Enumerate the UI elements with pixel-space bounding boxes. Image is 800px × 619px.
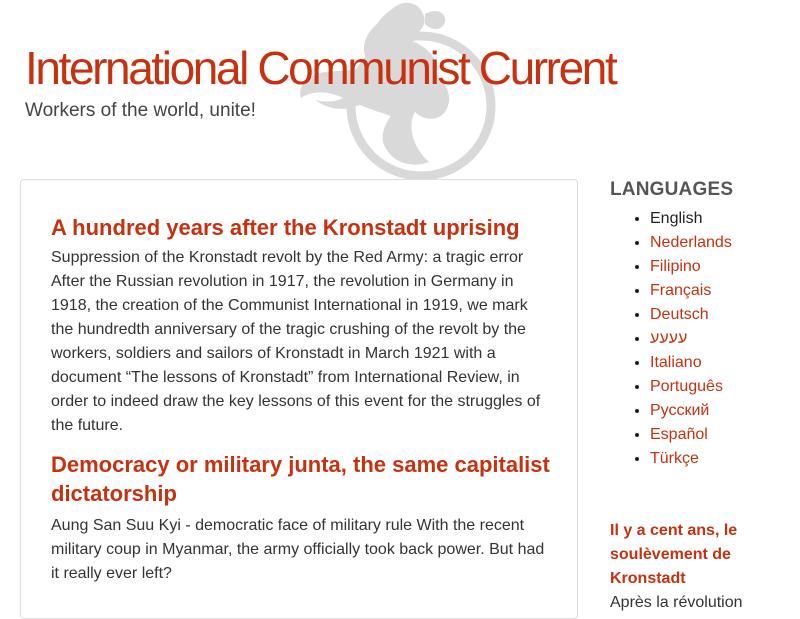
article-title: A hundred years after the Kronstadt upri…	[51, 213, 551, 242]
language-item-turkce: Türkçe	[650, 447, 800, 471]
article-title: Democracy or military junta, the same ca…	[51, 450, 551, 508]
article-summary: Suppression of the Kronstadt revolt by t…	[51, 249, 541, 434]
site-slogan: Workers of the world, unite!	[25, 100, 256, 121]
language-link[interactable]: ﬠﬠﬠﬠ	[650, 330, 687, 347]
article-teaser: Democracy or military junta, the same ca…	[51, 450, 551, 586]
language-link[interactable]: Nederlands	[650, 234, 732, 251]
language-link[interactable]: Filipino	[650, 258, 701, 275]
language-item-italiano: Italiano	[650, 351, 800, 375]
language-item-espanol: Español	[650, 423, 800, 447]
language-item-nederlands: Nederlands	[650, 231, 800, 255]
language-link[interactable]: Español	[650, 426, 708, 443]
site-title[interactable]: International Communist Current	[25, 40, 618, 96]
languages-heading: LANGUAGES	[610, 179, 734, 200]
language-link[interactable]: Türkçe	[650, 450, 699, 467]
side-article-summary: Après la révolution	[610, 594, 743, 611]
language-item-francais: Français	[650, 279, 800, 303]
language-link[interactable]: Français	[650, 282, 711, 299]
article-summary: Aung San Suu Kyi - democratic face of mi…	[51, 517, 545, 582]
article-title-link[interactable]: A hundred years after the Kronstadt upri…	[51, 215, 520, 240]
side-article-teaser: Il y a cent ans, le soulèvement de Krons…	[610, 519, 770, 615]
article-teaser: A hundred years after the Kronstadt upri…	[51, 213, 551, 438]
language-link[interactable]: Русский	[650, 402, 709, 419]
main-content-panel: A hundred years after the Kronstadt upri…	[20, 179, 578, 619]
article-title-link[interactable]: Democracy or military junta, the same ca…	[51, 452, 550, 506]
language-item-russian: Русский	[650, 399, 800, 423]
language-link[interactable]: Italiano	[650, 354, 702, 371]
language-item-unrendered: ﬠﬠﬠﬠ	[650, 327, 800, 351]
sidebar: LANGUAGES English Nederlands Filipino Fr…	[610, 177, 800, 611]
language-link[interactable]: Deutsch	[650, 306, 709, 323]
language-link[interactable]: Português	[650, 378, 723, 395]
language-list: English Nederlands Filipino Français Deu…	[610, 207, 800, 471]
side-article-title[interactable]: Il y a cent ans, le soulèvement de Krons…	[610, 519, 770, 591]
language-item-deutsch: Deutsch	[650, 303, 800, 327]
language-item-english: English	[650, 207, 800, 231]
language-item-filipino: Filipino	[650, 255, 800, 279]
language-item-portugues: Português	[650, 375, 800, 399]
